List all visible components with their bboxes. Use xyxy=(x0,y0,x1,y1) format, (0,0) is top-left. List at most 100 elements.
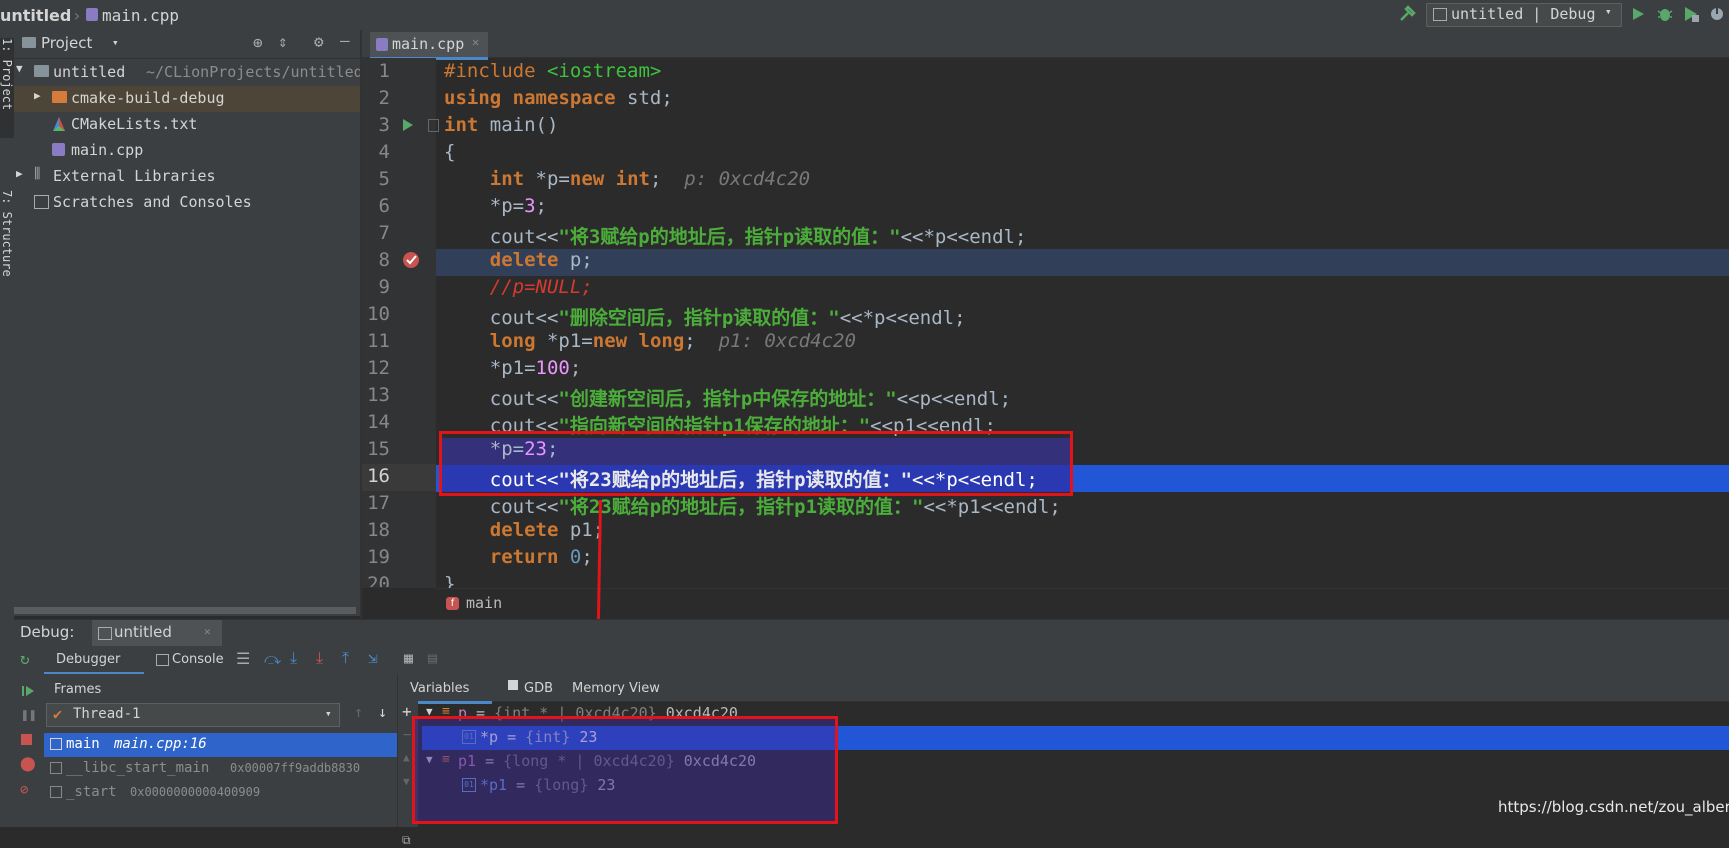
line-number[interactable]: 17 xyxy=(362,492,390,514)
title-bar: untitled › main.cpp untitled | Debug ▾ xyxy=(0,0,1729,31)
tab-gdb[interactable]: GDB xyxy=(524,681,553,696)
hide-panel-icon[interactable]: — xyxy=(340,31,350,50)
breakpoint-icon[interactable] xyxy=(402,250,422,270)
line-number[interactable]: 4 xyxy=(362,141,390,163)
evaluate-expression-icon[interactable]: ▦ xyxy=(404,649,413,667)
chevron-down-icon: ▾ xyxy=(325,707,332,720)
frame-row[interactable]: _start 0x0000000000400909 xyxy=(44,781,397,805)
build-hammer-icon[interactable] xyxy=(1398,5,1416,23)
tree-item-cmake-build-debug[interactable]: ▶ cmake-build-debug xyxy=(14,86,360,112)
frame-row-selected[interactable]: main main.cpp:16 xyxy=(44,733,397,757)
tab-console[interactable]: Console xyxy=(152,648,242,672)
tab-memory-view[interactable]: Memory View xyxy=(572,681,660,696)
add-watch-icon[interactable]: + xyxy=(402,702,412,721)
code-editor[interactable]: #include <iostream> using namespace std;… xyxy=(436,58,1729,588)
line-number[interactable]: 1 xyxy=(362,60,390,82)
thread-select[interactable]: ✔ Thread-1 ▾ xyxy=(46,703,340,727)
mute-breakpoints-icon[interactable]: ⊘ xyxy=(20,782,28,798)
code-line-18: delete p1; xyxy=(489,519,605,541)
move-down-icon[interactable]: ▼ xyxy=(403,775,410,788)
rerun-icon[interactable]: ↻ xyxy=(20,649,30,668)
line-number[interactable]: 19 xyxy=(362,546,390,568)
line-number[interactable]: 10 xyxy=(362,303,390,325)
gear-icon[interactable]: ⚙ xyxy=(314,32,324,51)
step-over-icon[interactable]: ⤼ xyxy=(264,649,281,669)
locate-file-icon[interactable]: ⊕ xyxy=(253,33,263,52)
view-breakpoints-icon[interactable]: ⬤ xyxy=(20,756,36,772)
tree-item-scratches[interactable]: Scratches and Consoles xyxy=(14,190,360,216)
move-up-icon[interactable]: ▲ xyxy=(403,751,410,764)
frames-panel: Frames ✔ Thread-1 ▾ ↑ ↓ main main.cpp:16… xyxy=(44,674,398,827)
expand-arrow-icon[interactable]: ▼ xyxy=(16,62,23,75)
breadcrumb-project[interactable]: untitled xyxy=(0,6,71,25)
remove-watch-icon[interactable]: − xyxy=(403,727,411,743)
line-number[interactable]: 15 xyxy=(362,438,390,460)
run-to-cursor-icon[interactable]: ⇲ xyxy=(368,648,378,667)
close-icon[interactable]: ✕ xyxy=(472,35,479,49)
collapse-all-icon[interactable]: ⇕ xyxy=(278,32,288,51)
breadcrumb-separator: › xyxy=(72,6,82,25)
code-line-11: long *p1=new long; p1: 0xcd4c20 xyxy=(489,330,856,352)
line-number[interactable]: 14 xyxy=(362,411,390,433)
arrow-down-icon[interactable]: ↓ xyxy=(378,703,387,721)
project-panel-title[interactable]: Project xyxy=(41,34,92,52)
code-line-3: int main() xyxy=(444,114,559,136)
chevron-down-icon[interactable]: ▾ xyxy=(112,36,119,49)
line-number[interactable]: 13 xyxy=(362,384,390,406)
copy-icon[interactable]: ⧉ xyxy=(402,833,411,848)
folder-icon xyxy=(34,65,49,77)
tree-item-cmakelists[interactable]: CMakeLists.txt xyxy=(14,112,360,138)
line-number[interactable]: 5 xyxy=(362,168,390,190)
line-number[interactable]: 11 xyxy=(362,330,390,352)
tree-item-external-libraries[interactable]: ▶ ⫼ External Libraries xyxy=(14,164,360,190)
step-out-icon[interactable]: ⤒ xyxy=(342,648,349,668)
tab-variables[interactable]: Variables xyxy=(402,676,492,704)
frame-row[interactable]: __libc_start_main 0x00007ff9addb8830 xyxy=(44,757,397,781)
line-number[interactable]: 12 xyxy=(362,357,390,379)
collapse-arrow-icon[interactable]: ▶ xyxy=(16,167,23,180)
code-line-5: int *p=new int; p: 0xcd4c20 xyxy=(489,168,811,190)
horizontal-scrollbar[interactable] xyxy=(14,607,356,614)
profiler-icon[interactable] xyxy=(1708,5,1726,23)
breadcrumb-file[interactable]: main.cpp xyxy=(102,6,179,25)
debug-label: Debug: xyxy=(20,623,75,641)
tree-item-root[interactable]: ▼ untitled ~/CLionProjects/untitled xyxy=(14,60,363,86)
cpp-file-icon xyxy=(52,143,65,156)
trace-icon[interactable]: ▤ xyxy=(428,649,437,667)
annotation-box-code xyxy=(439,431,1073,496)
step-into-icon[interactable]: ⤓ xyxy=(290,648,297,668)
tab-main-cpp[interactable]: main.cpp ✕ xyxy=(370,32,488,60)
tree-item-main-cpp[interactable]: main.cpp xyxy=(14,138,360,164)
line-number[interactable]: 20 xyxy=(362,573,390,587)
code-line-6: *p=3; xyxy=(489,195,547,217)
tab-debugger[interactable]: Debugger xyxy=(44,648,144,675)
arrow-up-icon[interactable]: ↑ xyxy=(354,703,363,721)
line-number[interactable]: 2 xyxy=(362,87,390,109)
collapse-arrow-icon[interactable]: ▶ xyxy=(34,89,41,102)
debug-session-tab[interactable]: untitled ✕ xyxy=(92,620,222,646)
line-number[interactable]: 3 xyxy=(362,114,390,136)
layout-menu-icon[interactable]: ☰ xyxy=(236,649,250,668)
resume-icon[interactable] xyxy=(21,684,35,698)
pause-icon[interactable]: ❚❚ xyxy=(21,708,37,723)
line-number[interactable]: 9 xyxy=(362,276,390,298)
breadcrumb-function[interactable]: main xyxy=(466,594,502,612)
function-icon: f xyxy=(446,597,459,610)
close-icon[interactable]: ✕ xyxy=(204,625,211,638)
run-configuration-select[interactable]: untitled | Debug ▾ xyxy=(1426,3,1622,27)
code-line-10: cout<<"删除空间后，指针p读取的值："<<*p<<endl; xyxy=(489,307,966,329)
debug-bug-icon[interactable] xyxy=(1656,5,1674,23)
line-number-current[interactable]: 16 xyxy=(362,465,390,487)
force-step-into-icon[interactable]: ⤓ xyxy=(316,648,323,668)
run-icon[interactable] xyxy=(1630,6,1646,22)
structure-tool-tab[interactable]: 7: Structure xyxy=(0,190,14,302)
run-with-coverage-icon[interactable] xyxy=(1682,5,1700,23)
line-number[interactable]: 6 xyxy=(362,195,390,217)
scratches-icon xyxy=(34,195,49,209)
line-number[interactable]: 8 xyxy=(362,249,390,271)
line-number[interactable]: 7 xyxy=(362,222,390,244)
stop-icon[interactable] xyxy=(21,734,32,745)
run-gutter-icon[interactable] xyxy=(401,117,415,133)
line-number[interactable]: 18 xyxy=(362,519,390,541)
project-tool-tab[interactable]: 1: Project xyxy=(0,38,14,138)
